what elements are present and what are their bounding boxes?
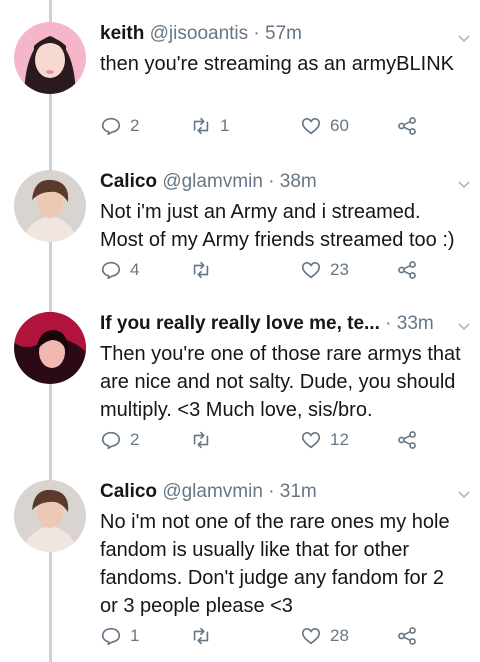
separator-dot: · [385, 313, 392, 334]
like-count: 12 [330, 430, 349, 449]
chevron-down-icon[interactable] [456, 176, 472, 192]
like-button[interactable]: 23 [300, 258, 349, 282]
share-button[interactable] [396, 258, 426, 282]
display-name[interactable]: Calico [100, 171, 157, 192]
reply-count: 1 [130, 626, 140, 645]
reply-count: 4 [130, 260, 140, 279]
tweet[interactable]: If you really really love me, te... · 33… [0, 300, 480, 470]
retweet-icon [193, 627, 209, 645]
like-button[interactable]: 60 [300, 114, 349, 138]
like-button[interactable]: 12 [300, 428, 349, 452]
reply-button[interactable]: 4 [100, 258, 139, 282]
avatar[interactable] [14, 480, 86, 552]
chevron-down-icon[interactable] [456, 318, 472, 334]
tweet-text: No i'm not one of the rare ones my hole … [100, 511, 450, 617]
retweet-button[interactable] [190, 428, 220, 452]
like-count: 28 [330, 626, 349, 645]
tweet-actions: 4 23 [100, 258, 440, 282]
reply-icon [101, 117, 121, 136]
heart-icon [301, 118, 321, 135]
display-name[interactable]: If you really really love me, te... [100, 313, 380, 334]
tweet-header: If you really really love me, te... · 33… [100, 312, 462, 336]
separator-dot: · [268, 171, 275, 192]
chevron-down-icon[interactable] [456, 486, 472, 502]
username[interactable]: @glamvmin [162, 171, 263, 192]
like-button[interactable]: 28 [300, 624, 349, 648]
share-button[interactable] [396, 428, 426, 452]
retweet-icon [193, 261, 209, 279]
tweet[interactable]: Calico @glamvmin · 38m Not i'm just an A… [0, 160, 480, 300]
share-button[interactable] [396, 114, 426, 138]
reply-button[interactable]: 2 [100, 114, 139, 138]
timestamp[interactable]: 38m [280, 171, 317, 192]
tweet-header: keith @jisooantis · 57m [100, 22, 462, 46]
heart-icon [301, 262, 321, 279]
tweet-actions: 2 1 60 [100, 114, 440, 138]
tweet-actions: 1 28 [100, 624, 440, 648]
share-icon [398, 431, 416, 449]
display-name[interactable]: Calico [100, 481, 157, 502]
reply-icon [101, 261, 121, 280]
heart-icon [301, 628, 321, 645]
display-name[interactable]: keith [100, 23, 144, 44]
separator-dot: · [268, 481, 275, 502]
timestamp[interactable]: 33m [397, 313, 434, 334]
timestamp[interactable]: 31m [280, 481, 317, 502]
tweet-actions: 2 12 [100, 428, 440, 452]
tweet-header: Calico @glamvmin · 38m [100, 170, 462, 194]
reply-count: 2 [130, 430, 140, 449]
share-icon [398, 117, 416, 135]
chevron-down-icon[interactable] [456, 30, 472, 46]
separator-dot: · [253, 23, 260, 44]
reply-icon [101, 627, 121, 646]
share-icon [398, 261, 416, 279]
avatar[interactable] [14, 170, 86, 242]
tweet-text: Not i'm just an Army and i streamed. Mos… [100, 201, 455, 251]
tweet[interactable]: Calico @glamvmin · 31m No i'm not one of… [0, 470, 480, 662]
like-count: 60 [330, 116, 349, 135]
username[interactable]: @jisooantis [150, 23, 249, 44]
avatar[interactable] [14, 312, 86, 384]
tweet-text: Then you're one of those rare armys that… [100, 343, 461, 421]
retweet-count: 1 [220, 116, 230, 135]
retweet-button[interactable] [190, 258, 220, 282]
timestamp[interactable]: 57m [265, 23, 302, 44]
reply-button[interactable]: 2 [100, 428, 139, 452]
reply-icon [101, 431, 121, 450]
reply-count: 2 [130, 116, 140, 135]
retweet-button[interactable]: 1 [190, 114, 229, 138]
share-icon [398, 627, 416, 645]
like-count: 23 [330, 260, 349, 279]
avatar[interactable] [14, 22, 86, 94]
tweet-text: then you're streaming as an armyBLINK [100, 53, 454, 75]
reply-button[interactable]: 1 [100, 624, 139, 648]
retweet-button[interactable] [190, 624, 220, 648]
retweet-icon [193, 117, 209, 135]
heart-icon [301, 432, 321, 449]
retweet-icon [193, 431, 209, 449]
share-button[interactable] [396, 624, 426, 648]
tweet-header: Calico @glamvmin · 31m [100, 480, 462, 504]
username[interactable]: @glamvmin [162, 481, 263, 502]
tweet[interactable]: keith @jisooantis · 57m then you're stre… [0, 0, 480, 160]
